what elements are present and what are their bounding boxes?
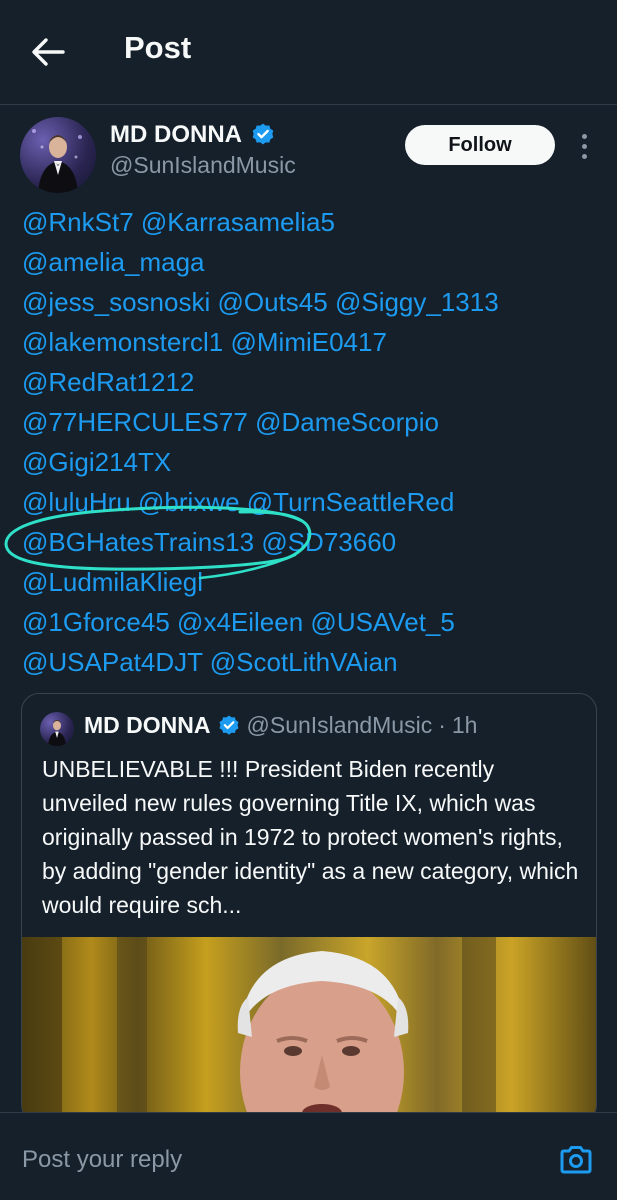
- mention-link[interactable]: @1Gforce45: [22, 607, 170, 637]
- mention-link[interactable]: @USAVet_5: [310, 607, 454, 637]
- mention-link[interactable]: @Siggy_1313: [335, 287, 499, 317]
- mention-link[interactable]: @Karrasamelia5: [141, 207, 335, 237]
- mention-link[interactable]: @DameScorpio: [255, 407, 439, 437]
- verified-badge-icon: [252, 123, 274, 145]
- avatar-image: [32, 129, 82, 193]
- mention-line: @BGHatesTrains13 @SD73660: [22, 522, 602, 562]
- mention-line: @lakemonstercl1 @MimiE0417: [22, 322, 602, 362]
- back-button[interactable]: [26, 30, 70, 74]
- arrow-left-icon: [32, 38, 65, 66]
- mention-link[interactable]: @TurnSeattleRed: [247, 487, 455, 517]
- mention-link[interactable]: @Outs45: [217, 287, 327, 317]
- mention-link[interactable]: @amelia_maga: [22, 247, 204, 277]
- author-handle[interactable]: @SunIslandMusic: [110, 152, 296, 179]
- mention-line: @1Gforce45 @x4Eileen @USAVet_5: [22, 602, 602, 642]
- mention-link[interactable]: @77HERCULES77: [22, 407, 248, 437]
- camera-button[interactable]: [556, 1140, 596, 1180]
- mention-line: @77HERCULES77 @DameScorpio: [22, 402, 602, 442]
- quoted-separator: ·: [438, 712, 446, 738]
- quoted-post-image[interactable]: [22, 937, 596, 1122]
- mention-line: @RedRat1212: [22, 362, 602, 402]
- quoted-post-header: MD DONNA @SunIslandMusic · 1h: [84, 712, 477, 739]
- mention-line: @RnkSt7 @Karrasamelia5: [22, 202, 602, 242]
- header-divider: [0, 104, 617, 105]
- top-bar: Post: [0, 0, 617, 104]
- quoted-author-handle: @SunIslandMusic: [246, 712, 433, 738]
- mention-link[interactable]: @ScotLithVAian: [210, 647, 398, 677]
- mention-line: @LudmilaKliegl: [22, 562, 602, 602]
- page-title: Post: [124, 30, 192, 65]
- mention-link[interactable]: @BGHatesTrains13: [22, 527, 254, 557]
- mention-line: @Gigi214TX: [22, 442, 602, 482]
- verified-badge-icon: [219, 715, 238, 735]
- more-options-button[interactable]: [572, 128, 596, 164]
- more-dot-icon: [581, 153, 587, 159]
- mention-link[interactable]: @USAPat4DJT: [22, 647, 203, 677]
- quoted-author-name: MD DONNA: [84, 712, 211, 738]
- mention-link[interactable]: @luluHru: [22, 487, 131, 517]
- mention-link[interactable]: @RnkSt7: [22, 207, 134, 237]
- author-avatar[interactable]: [20, 117, 96, 193]
- mention-line: @jess_sosnoski @Outs45 @Siggy_1313: [22, 282, 602, 322]
- person-photo: [22, 937, 496, 1122]
- post-mentions: @RnkSt7 @Karrasamelia5 @amelia_maga @jess_…: [22, 202, 602, 682]
- mention-line: @luluHru @brixwe @TurnSeattleRed: [22, 482, 602, 522]
- quoted-timestamp: 1h: [451, 712, 478, 738]
- mention-link[interactable]: @RedRat1212: [22, 367, 194, 397]
- follow-button[interactable]: Follow: [405, 125, 555, 165]
- mention-line: @USAPat4DJT @ScotLithVAian: [22, 642, 602, 682]
- mention-link[interactable]: @MimiE0417: [230, 327, 386, 357]
- quoted-post-card[interactable]: MD DONNA @SunIslandMusic · 1h UNBELIEVAB…: [21, 693, 597, 1123]
- more-dot-icon: [581, 143, 587, 149]
- more-dot-icon: [581, 133, 587, 139]
- mention-link[interactable]: @Gigi214TX: [22, 447, 171, 477]
- mention-link[interactable]: @LudmilaKliegl: [22, 567, 203, 597]
- quoted-author-avatar: [40, 712, 74, 746]
- quoted-post-text: UNBELIEVABLE !!! President Biden recentl…: [42, 756, 579, 918]
- avatar-image: [48, 720, 66, 746]
- mention-link[interactable]: @brixwe: [138, 487, 240, 517]
- mention-link[interactable]: @x4Eileen: [177, 607, 303, 637]
- camera-icon: [560, 1146, 592, 1174]
- mention-link[interactable]: @SD73660: [261, 527, 396, 557]
- mention-line: @amelia_maga: [22, 242, 602, 282]
- mention-link[interactable]: @jess_sosnoski: [22, 287, 210, 317]
- author-name-text: MD DONNA: [110, 121, 242, 148]
- author-name[interactable]: MD DONNA: [110, 121, 276, 149]
- mention-link[interactable]: @lakemonstercl1: [22, 327, 223, 357]
- reply-input[interactable]: [22, 1140, 542, 1180]
